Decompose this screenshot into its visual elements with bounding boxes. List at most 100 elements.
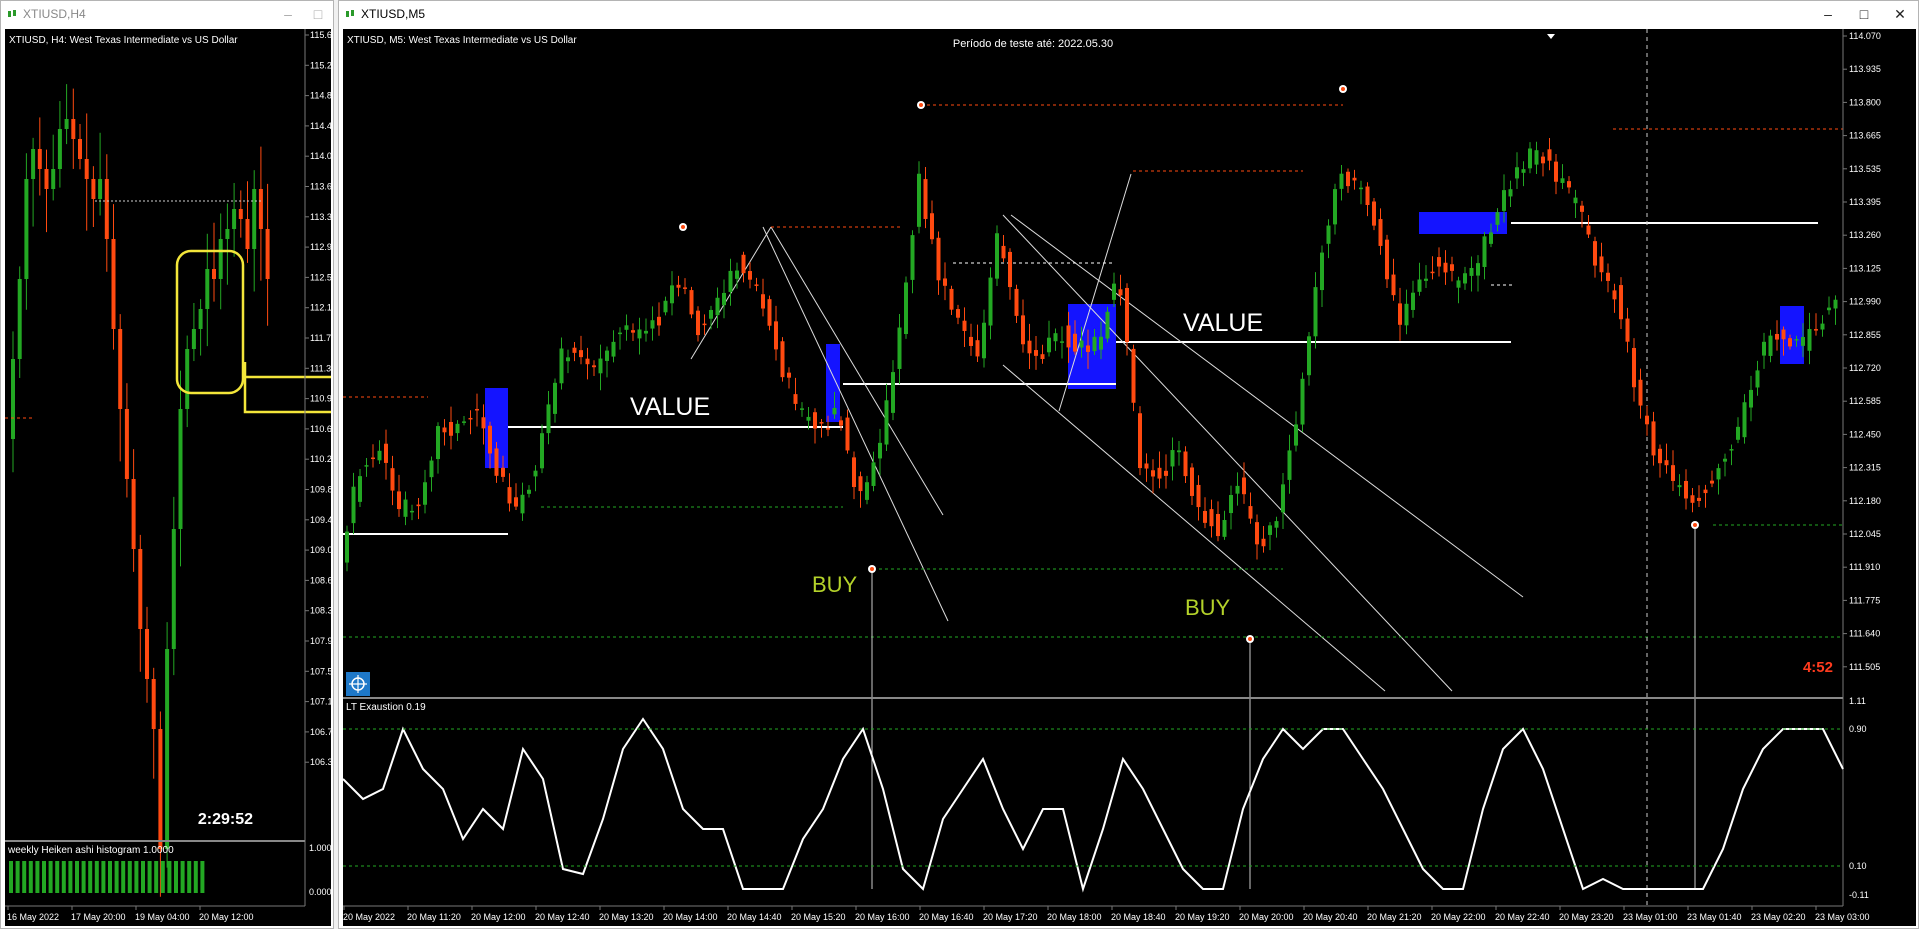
price-tick: 112.180 [1849,496,1881,506]
candle [64,119,69,129]
candle [910,235,915,280]
maximize-button[interactable]: □ [303,1,333,27]
price-tick: 111.640 [1849,629,1880,639]
candle [1307,336,1311,376]
price-tick: 115.23 [310,60,331,70]
candle [1638,379,1643,406]
candle [1820,323,1825,330]
candle [71,119,76,139]
candle [1079,340,1084,348]
candle [572,347,577,353]
minimize-button[interactable]: – [273,1,303,27]
candle [258,189,263,229]
title-bar[interactable]: XTIUSD,M5 – □ ✕ [339,1,1918,27]
candle [1157,467,1162,479]
candle [191,329,196,349]
candle [185,349,190,409]
time-tick: 17 May 20:00 [71,912,126,922]
candle [1827,307,1831,311]
h4-chart[interactable]: 115.61 115.23 114.84 114.46 114.07 113.69 113.… [5,29,331,926]
price-tick: 111.76 [310,333,331,343]
candle [761,294,765,309]
indicator-tick: 1.0000 [309,843,331,853]
candle [1138,413,1142,469]
candle [995,233,999,279]
candle [198,309,203,329]
candle [252,189,257,249]
candle [1131,348,1136,403]
m5-chart[interactable]: 114.070 113.935 113.800 113.665 113.535 113.3… [343,29,1916,926]
candle [358,476,362,502]
candle [1697,497,1701,501]
histogram [9,861,205,893]
buy-label: BUY [812,572,858,597]
candle [1736,426,1740,440]
candle [138,549,143,629]
candle [637,329,642,339]
shift-marker-icon[interactable] [1547,34,1555,39]
time-tick: 20 May 12:00 [471,912,526,922]
title-bar[interactable]: XTIUSD,H4 – □ [1,1,333,27]
time-tick: 20 May 14:00 [663,912,718,922]
candle [475,408,479,411]
candle [1372,201,1376,226]
candle [1092,336,1097,352]
candle [165,649,170,849]
candle [390,468,395,491]
candle [1326,225,1331,244]
chart-canvas[interactable]: 114.070 113.935 113.800 113.665 113.535 113.3… [343,29,1916,926]
histogram-bar [35,861,40,893]
candle [1222,519,1227,537]
chart-window-h4[interactable]: XTIUSD,H4 – □ 115.61115.23114.84114.4611… [0,0,334,929]
oscillator [343,717,1844,893]
candle [949,288,954,310]
candle [878,442,882,459]
candle [540,433,544,469]
candle [1112,283,1116,300]
candle [520,494,525,514]
time-tick: 20 May 21:20 [1367,912,1422,922]
chart-window-m5[interactable]: XTIUSD,M5 – □ ✕ 114.070 113.935 113.800 113… [338,0,1919,929]
candle [1008,251,1012,288]
histogram-bar [48,861,53,893]
maximize-button[interactable]: □ [1846,1,1882,27]
candle [852,457,856,488]
time-tick: 20 May 13:20 [599,912,654,922]
candle [410,510,414,513]
candle [800,408,804,410]
candle [1404,303,1409,326]
price-tick: 112.855 [1849,330,1881,340]
candle [774,321,778,350]
close-button[interactable]: ✕ [1882,1,1918,27]
candle [527,489,531,494]
candle [1320,252,1324,291]
candle [171,529,176,649]
candle [1612,290,1617,300]
price-tick: 110.22 [310,454,331,464]
time-tick: 20 May 2022 [343,912,395,922]
candle [31,149,36,179]
time-tick: 20 May 15:20 [791,912,846,922]
candle [178,409,183,529]
candle [1086,345,1090,352]
histogram-bar [108,861,112,893]
one-click-trading-icon[interactable] [346,672,370,696]
candle [611,341,616,357]
candle-countdown: 2:29:52 [198,811,253,828]
candle [1229,494,1233,514]
candle [546,404,551,434]
chart-icon [346,10,354,17]
candle [787,372,791,378]
candle [37,149,42,169]
candle [1378,219,1383,246]
candle [962,320,967,331]
candle [1625,318,1630,342]
candle [618,332,622,335]
minimize-button[interactable]: – [1810,1,1846,27]
candle [702,323,707,326]
chart-canvas[interactable]: 115.61 115.23 114.84 114.46 114.07 113.69 113.… [5,29,331,926]
candle [1482,236,1487,267]
candle [1788,338,1792,347]
candle [605,350,609,361]
candle [1775,334,1779,340]
